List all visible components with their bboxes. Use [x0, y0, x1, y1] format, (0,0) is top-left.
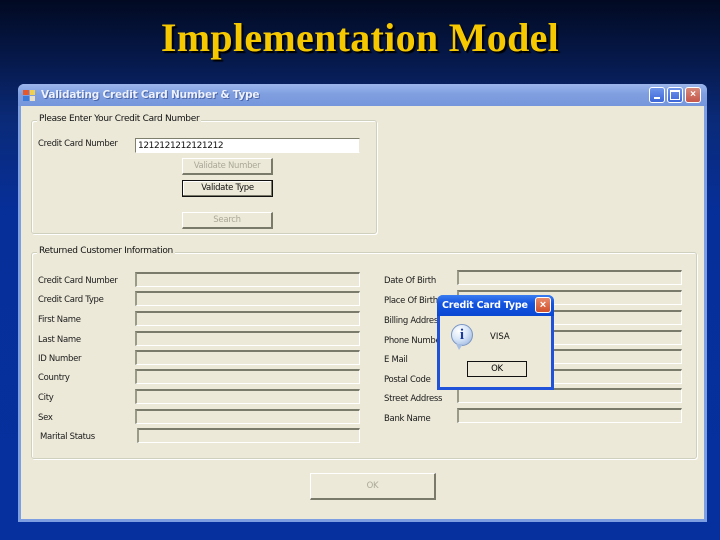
slide-title: Implementation Model	[160, 15, 560, 60]
search-button[interactable]: Search	[182, 212, 273, 229]
customer-field-input[interactable]	[135, 291, 360, 306]
close-icon: ×	[539, 298, 547, 311]
dialog-ok-button[interactable]: OK	[467, 361, 527, 377]
app-form-icon	[23, 89, 35, 101]
credit-card-type-dialog: Credit Card Type × i VISA OK	[437, 295, 554, 390]
customer-field-label: E Mail	[384, 355, 408, 365]
customer-field-label: City	[38, 393, 54, 403]
customer-field-label: Date Of Birth	[384, 276, 436, 286]
customer-field-input[interactable]	[135, 272, 360, 287]
card-input-group-label: Please Enter Your Credit Card Number	[37, 114, 202, 124]
customer-field-label: Country	[38, 373, 70, 383]
customer-field-input[interactable]	[135, 409, 360, 424]
info-icon: i	[451, 324, 473, 350]
card-number-input[interactable]: 1212121212121212	[135, 138, 360, 153]
minimize-button[interactable]	[649, 87, 665, 103]
ok-button[interactable]: OK	[310, 473, 436, 500]
customer-field-label: Marital Status	[40, 432, 95, 442]
validate-number-button[interactable]: Validate Number	[182, 158, 273, 175]
customer-field-input[interactable]	[137, 428, 360, 443]
dialog-titlebar[interactable]: Credit Card Type ×	[437, 295, 554, 316]
customer-field-label: Sex	[38, 413, 53, 423]
customer-field-input[interactable]	[135, 350, 360, 365]
customer-field-label: Postal Code	[384, 375, 431, 385]
window-title: Validating Credit Card Number & Type	[41, 89, 260, 101]
info-glyph: i	[459, 327, 465, 343]
customer-field-input[interactable]	[135, 331, 360, 346]
customer-field-label: Credit Card Number	[38, 276, 118, 286]
close-icon: ×	[690, 89, 696, 100]
customer-field-label: Place Of Birth	[384, 296, 438, 306]
customer-field-label: ID Number	[38, 354, 82, 364]
customer-field-label: Phone Number	[384, 336, 444, 346]
customer-field-label: Billing Address	[384, 316, 443, 326]
validate-type-button[interactable]: Validate Type	[182, 180, 273, 197]
customer-field-label: Street Address	[384, 394, 443, 404]
customer-field-input[interactable]	[135, 311, 360, 326]
customer-field-label: Credit Card Type	[38, 295, 104, 305]
customer-field-input[interactable]	[135, 389, 360, 404]
card-number-label: Credit Card Number	[38, 139, 118, 149]
main-window: Validating Credit Card Number & Type × P…	[18, 84, 707, 522]
customer-field-input[interactable]	[457, 388, 682, 403]
customer-field-label: First Name	[38, 315, 81, 325]
customer-field-input[interactable]	[457, 270, 682, 285]
customer-field-input[interactable]	[457, 408, 682, 423]
window-titlebar[interactable]: Validating Credit Card Number & Type ×	[18, 84, 707, 106]
dialog-close-button[interactable]: ×	[535, 297, 551, 313]
maximize-button[interactable]	[667, 87, 683, 103]
dialog-title: Credit Card Type	[442, 300, 528, 311]
customer-field-label: Bank Name	[384, 414, 431, 424]
customer-field-input[interactable]	[135, 369, 360, 384]
close-button[interactable]: ×	[685, 87, 701, 103]
dialog-message: VISA	[490, 332, 510, 342]
customer-info-group-label: Returned Customer Information	[37, 246, 175, 256]
customer-field-label: Last Name	[38, 335, 81, 345]
